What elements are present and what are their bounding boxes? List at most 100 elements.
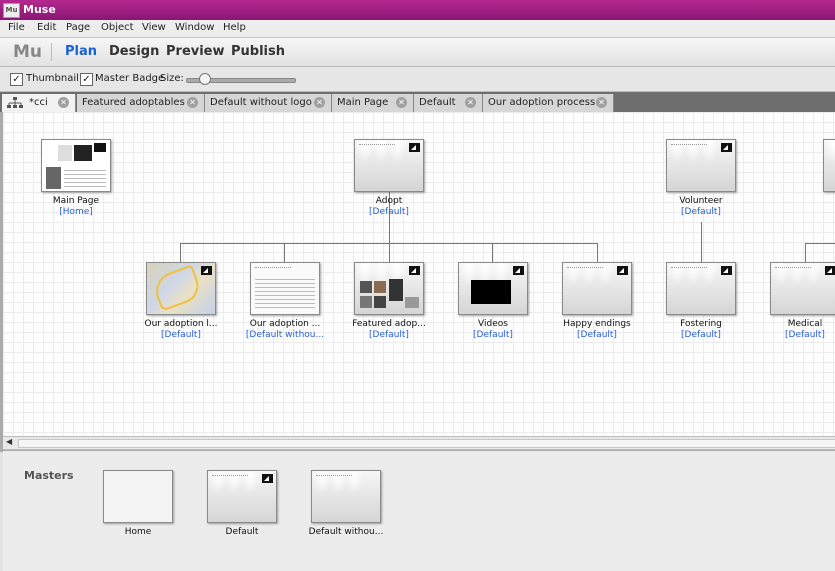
size-label: Size: xyxy=(160,73,184,84)
menu-object[interactable]: Object xyxy=(101,22,134,33)
thumbnail-photo xyxy=(58,145,72,161)
sitemap-icon xyxy=(7,97,23,108)
master-name: Default xyxy=(225,527,259,537)
logo-badge-icon xyxy=(262,474,273,483)
page-name: Happy endings xyxy=(563,319,631,329)
page-name: Our adoption ... xyxy=(249,319,321,329)
master-badge[interactable]: [Default withou... xyxy=(230,330,340,340)
thumbnail-photo xyxy=(46,167,61,189)
tab-main-page[interactable]: Main Page ✕ xyxy=(332,94,414,112)
master-badge-label: Master Badge xyxy=(95,73,165,84)
thumbnail-photo xyxy=(74,145,92,161)
thumbnail-nav xyxy=(775,267,811,269)
page-thumbnail[interactable] xyxy=(41,139,111,192)
menu-bar: File Edit Page Object View Window Help xyxy=(0,20,835,38)
window-title: Muse xyxy=(23,3,56,16)
tab-label: Default xyxy=(419,97,456,108)
close-tab-icon[interactable]: ✕ xyxy=(187,97,198,108)
page-thumbnail[interactable] xyxy=(562,262,632,315)
thumbnail-nav xyxy=(316,475,352,477)
menu-edit[interactable]: Edit xyxy=(37,22,56,33)
master-badge[interactable]: [Default] xyxy=(750,330,835,340)
page-name: Featured adop... xyxy=(352,319,426,329)
sitemap-canvas[interactable]: Main Page [Home] Adopt [Default] Volunte… xyxy=(3,112,835,436)
menu-page[interactable]: Page xyxy=(66,22,90,33)
connector-line xyxy=(180,243,181,262)
thumbnail-video xyxy=(471,280,511,304)
thumbnail-text xyxy=(64,170,106,188)
master-badge-checkbox[interactable]: ✓ xyxy=(80,73,93,86)
connector-line xyxy=(492,243,493,262)
page-thumbnail[interactable] xyxy=(146,262,216,315)
menu-file[interactable]: File xyxy=(8,22,25,33)
logo-badge-icon xyxy=(409,143,420,152)
scroll-left-arrow-icon[interactable]: ◀ xyxy=(6,437,12,446)
master-badge[interactable]: [Default] xyxy=(438,330,548,340)
page-name: Adopt xyxy=(375,196,403,206)
thumbnail-background xyxy=(824,140,835,191)
mode-preview[interactable]: Preview xyxy=(166,44,225,59)
tab-featured-adoptables[interactable]: Featured adoptables ✕ xyxy=(77,94,205,112)
tab-our-adoption-process[interactable]: Our adoption process ✕ xyxy=(483,94,614,112)
title-bar: Mu Muse xyxy=(0,0,835,20)
page-thumbnail[interactable] xyxy=(666,262,736,315)
master-thumbnail[interactable] xyxy=(103,470,173,523)
close-tab-icon[interactable]: ✕ xyxy=(596,97,607,108)
menu-window[interactable]: Window xyxy=(175,22,214,33)
size-slider-handle[interactable] xyxy=(199,73,211,85)
logo-badge-icon xyxy=(825,266,835,275)
thumbnail-photo xyxy=(389,279,403,301)
page-thumbnail[interactable] xyxy=(770,262,835,315)
muse-app-icon: Mu xyxy=(3,3,20,18)
connector-line xyxy=(805,243,835,244)
thumbnail-background xyxy=(312,471,380,522)
master-badge[interactable]: [Default] xyxy=(334,207,444,217)
logo-badge-icon xyxy=(201,266,212,275)
mode-publish[interactable]: Publish xyxy=(231,44,285,59)
master-badge[interactable]: [Default] xyxy=(646,207,756,217)
tab-label: Our adoption process xyxy=(488,97,596,108)
page-thumbnail[interactable] xyxy=(354,262,424,315)
logo-badge-icon xyxy=(721,143,732,152)
thumbnail-nav xyxy=(255,267,291,269)
page-name: Our adoption l... xyxy=(144,319,218,329)
horizontal-scrollbar[interactable]: ◀ xyxy=(3,436,835,450)
master-badge[interactable]: [Default] xyxy=(646,330,756,340)
mode-plan[interactable]: Plan xyxy=(65,44,97,59)
close-tab-icon[interactable]: ✕ xyxy=(465,97,476,108)
tab-default[interactable]: Default ✕ xyxy=(414,94,483,112)
page-thumbnail[interactable] xyxy=(823,139,835,192)
master-name: Home xyxy=(124,527,152,537)
page-thumbnail[interactable] xyxy=(250,262,320,315)
mode-design[interactable]: Design xyxy=(109,44,159,59)
master-badge[interactable]: [Default] xyxy=(334,330,444,340)
menu-view[interactable]: View xyxy=(142,22,166,33)
page-thumbnail[interactable] xyxy=(458,262,528,315)
logo-badge-icon xyxy=(617,266,628,275)
close-tab-icon[interactable]: ✕ xyxy=(58,97,69,108)
thumbnail-photo xyxy=(374,296,386,308)
tab-label: Default without logo xyxy=(210,97,312,108)
masters-panel: Masters Home Default Default withou... xyxy=(3,450,835,571)
master-badge[interactable]: [Default] xyxy=(126,330,236,340)
page-thumbnail[interactable] xyxy=(666,139,736,192)
thumbnail-nav xyxy=(567,267,603,269)
thumbnail-photo xyxy=(360,296,372,308)
connector-line xyxy=(284,243,285,262)
tab-cci[interactable]: *cci ✕ xyxy=(2,94,76,112)
close-tab-icon[interactable]: ✕ xyxy=(314,97,325,108)
menu-help[interactable]: Help xyxy=(223,22,246,33)
master-thumbnail[interactable] xyxy=(207,470,277,523)
master-badge[interactable]: [Home] xyxy=(21,207,131,217)
master-thumbnail[interactable] xyxy=(311,470,381,523)
thumbnail-checkbox[interactable]: ✓ xyxy=(10,73,23,86)
thumbnail-badge xyxy=(94,143,106,152)
tab-default-without-logo[interactable]: Default without logo ✕ xyxy=(205,94,332,112)
close-tab-icon[interactable]: ✕ xyxy=(396,97,407,108)
page-thumbnail[interactable] xyxy=(354,139,424,192)
master-badge[interactable]: [Default] xyxy=(542,330,652,340)
connector-line xyxy=(389,243,390,262)
connector-line xyxy=(597,243,598,262)
scrollbar-thumb[interactable] xyxy=(18,439,835,448)
tab-label: Featured adoptables xyxy=(82,97,185,108)
